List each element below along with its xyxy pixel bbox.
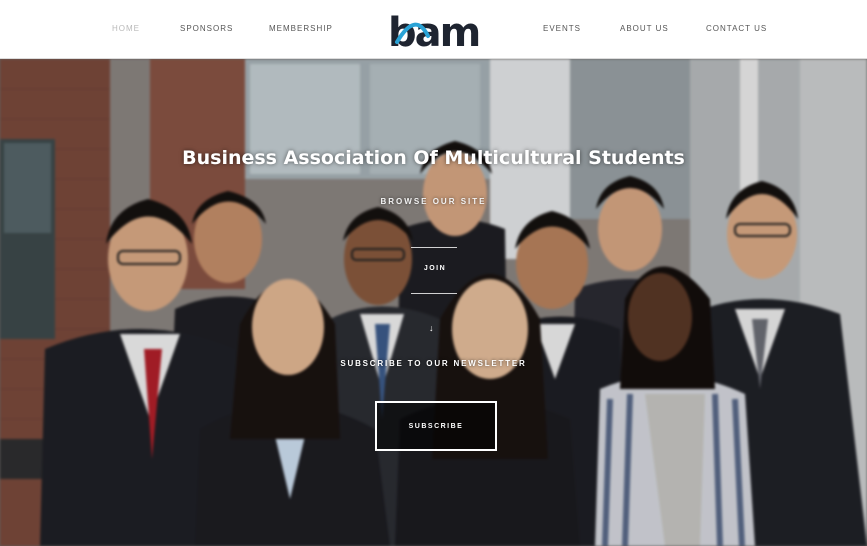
hero-title: Business Association Of Multicultural St… bbox=[182, 147, 685, 169]
hero-subtitle: BROWSE OUR SITE bbox=[380, 197, 487, 206]
nav-home[interactable]: HOME bbox=[112, 24, 140, 33]
nav-about-us[interactable]: ABOUT US bbox=[620, 24, 669, 33]
bam-logo[interactable]: bam bbox=[388, 6, 488, 52]
nav-membership[interactable]: MEMBERSHIP bbox=[269, 24, 333, 33]
nav-contact-us[interactable]: CONTACT US bbox=[706, 24, 767, 33]
subscribe-button[interactable]: SUBSCRIBE bbox=[375, 401, 497, 451]
nav-sponsors[interactable]: SPONSORS bbox=[180, 24, 233, 33]
down-arrow-icon[interactable]: ↓ bbox=[429, 323, 434, 333]
logo-text: bam bbox=[388, 10, 479, 52]
hero-overlay bbox=[0, 59, 867, 546]
newsletter-label: SUBSCRIBE TO OUR NEWSLETTER bbox=[340, 359, 527, 368]
nav-events[interactable]: EVENTS bbox=[543, 24, 581, 33]
join-link[interactable]: JOIN bbox=[413, 265, 457, 272]
top-navigation: HOME SPONSORS MEMBERSHIP bam EVENTS ABOU… bbox=[0, 0, 867, 59]
hero-section: Business Association Of Multicultural St… bbox=[0, 59, 867, 546]
